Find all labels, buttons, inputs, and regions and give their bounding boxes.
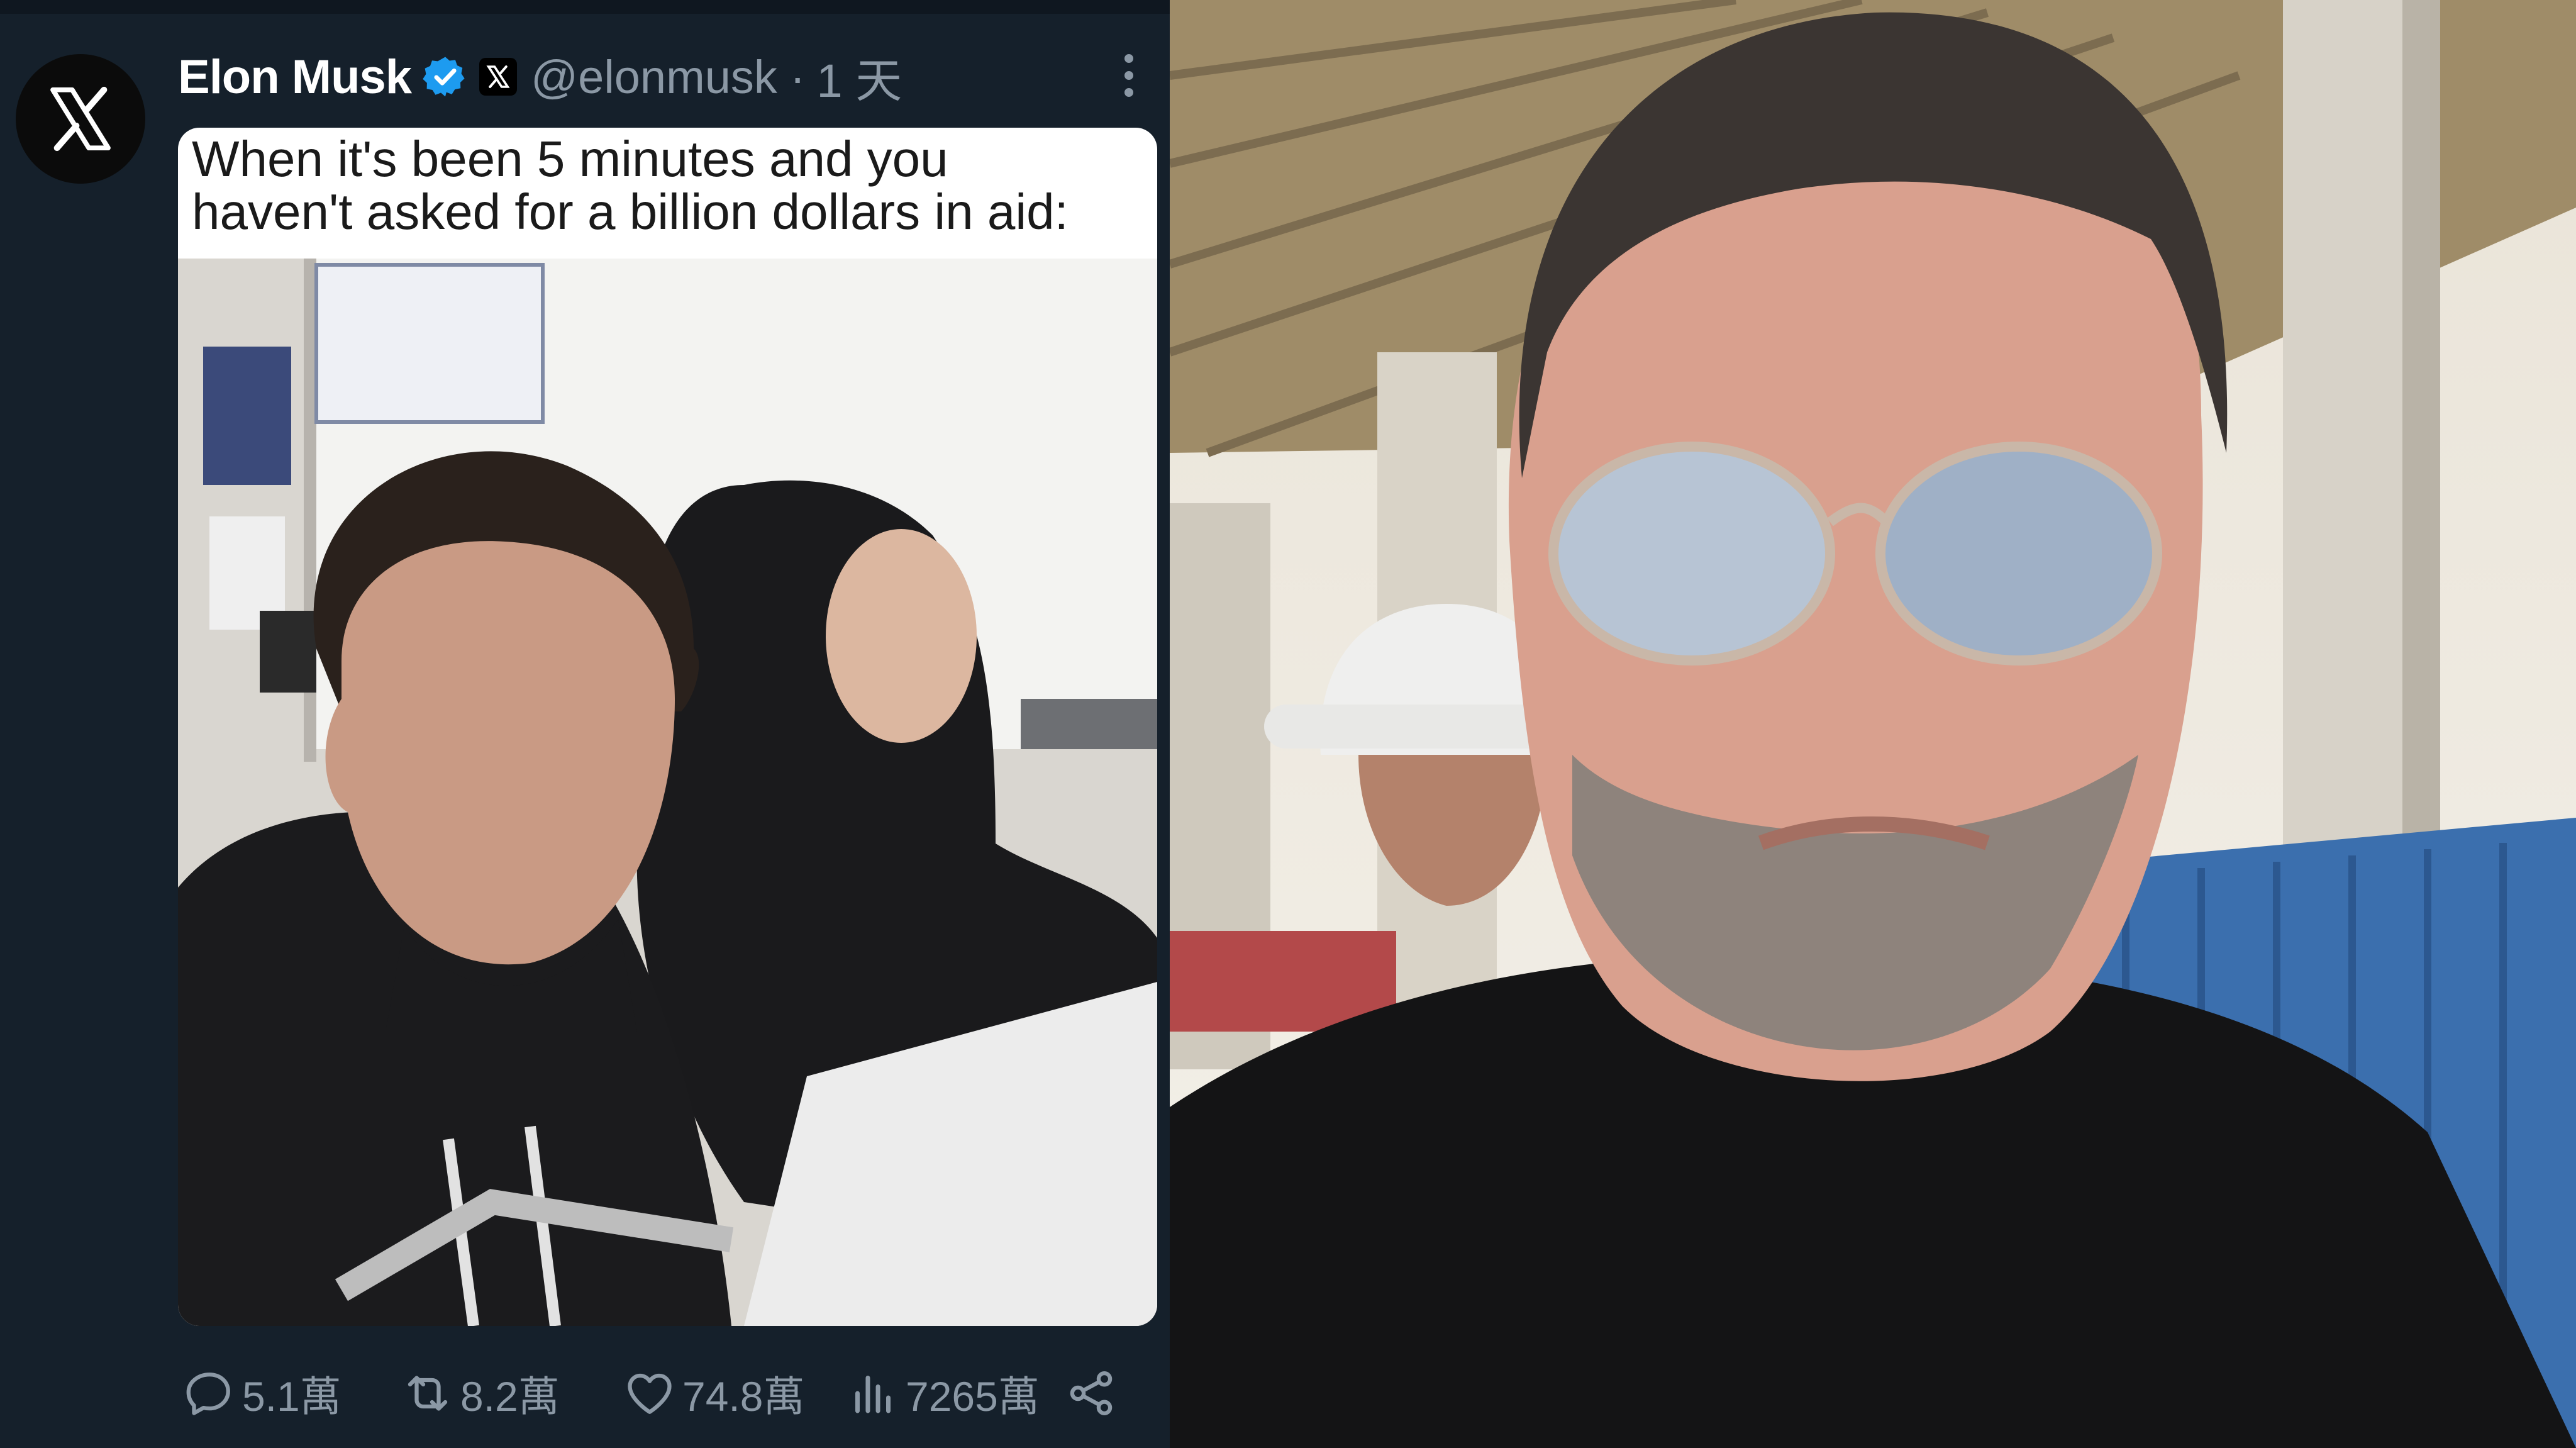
- repost-icon: [408, 1376, 448, 1411]
- avatar[interactable]: [16, 54, 145, 184]
- like-button[interactable]: 74.8萬: [623, 1363, 804, 1423]
- meme-caption-line: When it's been 5 minutes and you: [192, 131, 948, 187]
- share-icon: [1070, 1371, 1113, 1415]
- repost-count: 8.2萬: [460, 1373, 560, 1420]
- handle[interactable]: @elonmusk: [531, 50, 777, 104]
- verified-badge-icon: [423, 57, 465, 97]
- views-icon: [855, 1376, 891, 1413]
- meme-caption-line: haven't asked for a billion dollars in a…: [192, 184, 1069, 240]
- x-badge-icon: [479, 58, 518, 96]
- tweet-panel: Elon Musk @elonmusk · 1 天 When it's been…: [0, 0, 1170, 1448]
- like-icon: [628, 1373, 672, 1414]
- meme-photo: [178, 259, 1157, 1326]
- reply-count: 5.1萬: [242, 1373, 341, 1420]
- more-options-icon[interactable]: [1113, 50, 1145, 101]
- reply-icon: [186, 1373, 230, 1415]
- repost-button[interactable]: 8.2萬: [401, 1363, 560, 1423]
- display-name[interactable]: Elon Musk: [178, 50, 412, 104]
- views-button[interactable]: 7265萬: [847, 1363, 1040, 1423]
- timestamp[interactable]: 1 天: [817, 43, 902, 111]
- tweet-actions: 5.1萬 8.2萬 74.8萬 7265萬: [178, 1365, 1159, 1422]
- reply-button[interactable]: 5.1萬: [183, 1363, 341, 1423]
- video-still-image: [1170, 0, 2576, 1448]
- like-count: 74.8萬: [682, 1373, 805, 1420]
- x-logo-icon: [50, 86, 111, 152]
- tweet-media[interactable]: When it's been 5 minutes and you haven't…: [178, 128, 1157, 1326]
- tweet-header: Elon Musk @elonmusk · 1 天: [178, 45, 1145, 108]
- share-button[interactable]: [1065, 1367, 1124, 1420]
- dot-separator: ·: [789, 50, 806, 103]
- top-divider: [0, 0, 1170, 14]
- meme-caption: When it's been 5 minutes and you haven't…: [192, 133, 1135, 238]
- video-still: [1170, 0, 2576, 1448]
- views-count: 7265萬: [906, 1373, 1040, 1420]
